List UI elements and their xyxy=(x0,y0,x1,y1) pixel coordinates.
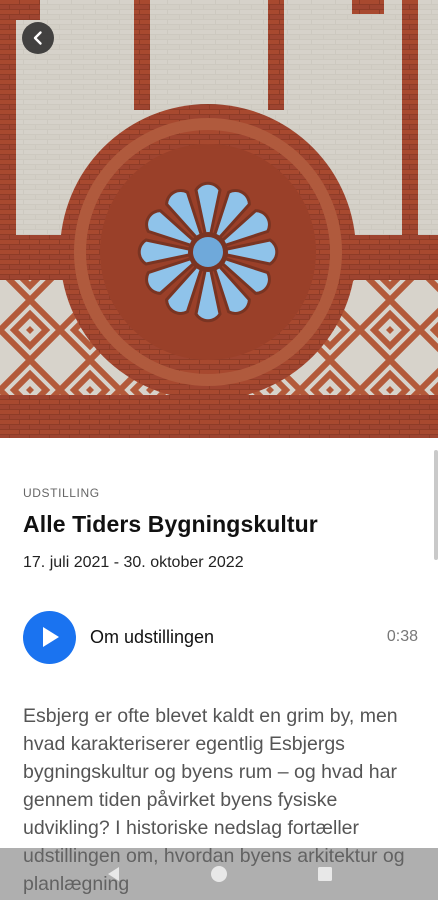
back-button[interactable] xyxy=(22,22,54,54)
exhibition-dates: 17. juli 2021 - 30. oktober 2022 xyxy=(23,554,244,571)
rose-window-illustration xyxy=(0,0,438,438)
audio-guide-row[interactable]: Om udstillingen 0:38 xyxy=(23,610,418,664)
scrollbar[interactable] xyxy=(434,450,438,560)
category-label: UDSTILLING xyxy=(23,486,100,500)
nav-back-icon xyxy=(108,867,119,881)
nav-home-button[interactable] xyxy=(199,854,239,894)
chevron-left-icon xyxy=(33,31,42,45)
play-button[interactable] xyxy=(23,610,76,664)
audio-title: Om udstillingen xyxy=(90,626,215,647)
exhibition-details: UDSTILLING Alle Tiders Bygningskultur 17… xyxy=(0,438,438,900)
system-navigation-bar xyxy=(0,848,438,900)
audio-duration: 0:38 xyxy=(386,628,418,645)
play-icon xyxy=(42,627,59,647)
nav-recents-icon xyxy=(318,867,332,881)
nav-back-button[interactable] xyxy=(93,854,133,894)
hero-image xyxy=(0,0,438,438)
nav-recents-button[interactable] xyxy=(305,854,345,894)
nav-home-icon xyxy=(211,866,227,882)
page-title: Alle Tiders Bygningskultur xyxy=(23,511,318,537)
